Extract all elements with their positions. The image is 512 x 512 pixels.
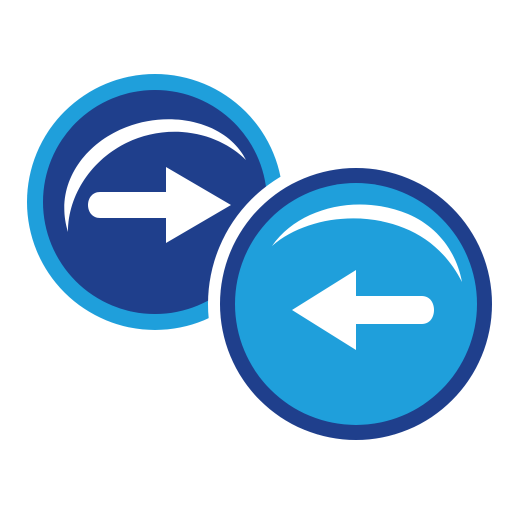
back-arrow-button[interactable] [208, 156, 504, 452]
swap-arrows-icon [0, 0, 512, 512]
